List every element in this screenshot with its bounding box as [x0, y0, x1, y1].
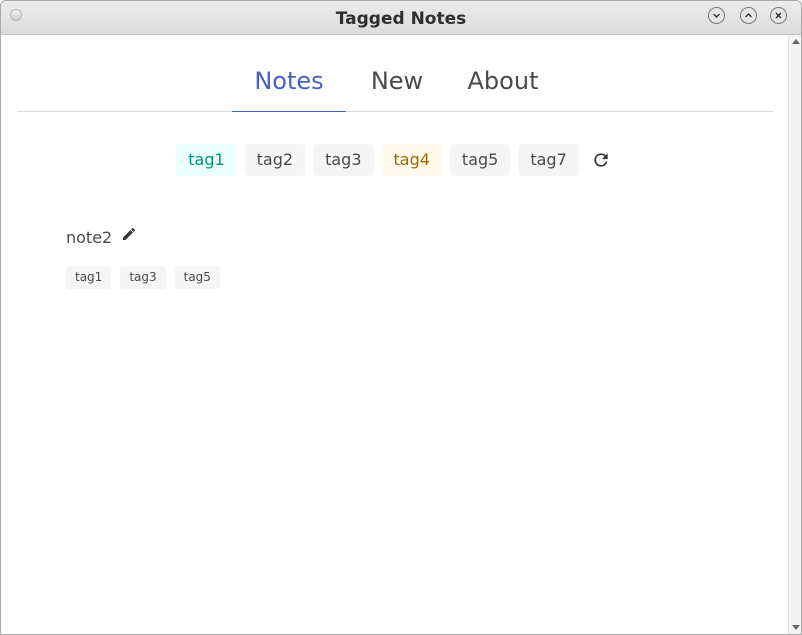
note-card: note2 tag1 tag3 tag5 — [66, 225, 229, 289]
note-tag: tag3 — [120, 266, 166, 289]
filter-tag-tag1[interactable]: tag1 — [176, 144, 237, 176]
filter-tag-tag4[interactable]: tag4 — [381, 144, 442, 176]
scroll-up-icon[interactable] — [792, 39, 800, 44]
edit-note-button[interactable] — [121, 226, 137, 242]
refresh-icon — [594, 153, 608, 167]
filter-tag-tag5[interactable]: tag5 — [449, 144, 511, 176]
pencil-icon — [123, 227, 136, 240]
maximize-button[interactable] — [740, 7, 757, 24]
note-title[interactable]: note2 — [66, 228, 112, 247]
note-tag: tag1 — [66, 266, 112, 289]
chevron-down-icon — [713, 13, 720, 18]
filter-tag-tag2[interactable]: tag2 — [244, 144, 306, 176]
chevron-up-icon — [745, 13, 752, 18]
note-tag-list: tag1 tag3 tag5 — [66, 266, 229, 289]
tab-about[interactable]: About — [448, 35, 558, 112]
title-bar[interactable]: Tagged Notes — [1, 1, 801, 35]
window-title: Tagged Notes — [335, 9, 467, 29]
tab-new[interactable]: New — [346, 35, 448, 112]
app-window: Tagged Notes Notes New About tag1 tag2 t… — [0, 0, 802, 635]
tab-bar: Notes New About — [17, 35, 773, 112]
main-content: Notes New About tag1 tag2 tag3 tag4 tag5… — [1, 35, 788, 634]
filter-tag-tag3[interactable]: tag3 — [313, 144, 374, 176]
minimize-button[interactable] — [708, 7, 725, 24]
note-tag: tag5 — [174, 266, 220, 289]
close-button[interactable] — [770, 7, 787, 24]
filter-tag-tag7[interactable]: tag7 — [518, 144, 579, 176]
refresh-button[interactable] — [589, 148, 613, 172]
tag-filter-bar: tag1 tag2 tag3 tag4 tag5 tag7 — [1, 144, 788, 176]
scroll-down-icon[interactable] — [792, 625, 800, 630]
close-icon — [775, 12, 782, 19]
vertical-scrollbar[interactable] — [788, 35, 801, 634]
tab-notes[interactable]: Notes — [232, 35, 346, 112]
